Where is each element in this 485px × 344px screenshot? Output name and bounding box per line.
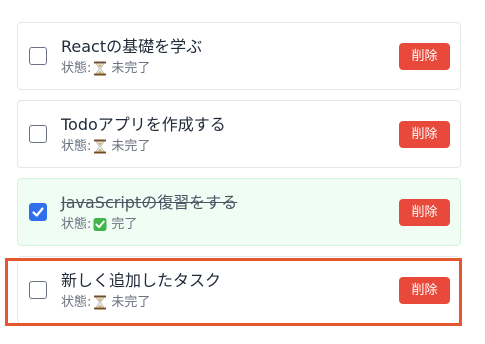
todo-list: Reactの基礎を学ぶ 状態: 未完了 削除 Todoアプリを作成する 状態: …	[0, 0, 485, 344]
todo-checkbox[interactable]	[29, 281, 47, 299]
delete-button[interactable]: 削除	[399, 277, 450, 304]
todo-item: Reactの基礎を学ぶ 状態: 未完了 削除	[17, 22, 461, 90]
todo-checkbox[interactable]	[29, 203, 47, 221]
todo-item: 新しく追加したタスク 状態: 未完了 削除	[17, 256, 461, 324]
todo-checkbox[interactable]	[29, 47, 47, 65]
delete-button[interactable]: 削除	[399, 121, 450, 148]
todo-title: 新しく追加したタスク	[61, 271, 222, 290]
hourglass-icon	[93, 61, 107, 76]
todo-status: 状態: 未完了	[61, 138, 150, 155]
status-text: 未完了	[111, 139, 151, 154]
green-check-icon	[93, 217, 107, 232]
status-prefix: 状態:	[61, 295, 92, 310]
todo-item: JavaScriptの復習をする 状態: 完了 削除	[17, 178, 461, 246]
delete-button[interactable]: 削除	[399, 199, 450, 226]
status-prefix: 状態:	[61, 61, 92, 76]
todo-title: Reactの基礎を学ぶ	[61, 37, 203, 56]
todo-item: Todoアプリを作成する 状態: 未完了 削除	[17, 100, 461, 168]
status-text: 未完了	[111, 61, 151, 76]
checkmark-icon	[32, 207, 44, 217]
status-text: 完了	[111, 217, 138, 232]
hourglass-icon	[93, 295, 107, 310]
status-prefix: 状態:	[61, 217, 92, 232]
todo-status: 状態: 完了	[61, 216, 137, 233]
status-text: 未完了	[111, 295, 151, 310]
todo-checkbox[interactable]	[29, 125, 47, 143]
delete-button[interactable]: 削除	[399, 43, 450, 70]
todo-title: Todoアプリを作成する	[61, 115, 226, 134]
status-prefix: 状態:	[61, 139, 92, 154]
todo-status: 状態: 未完了	[61, 294, 150, 311]
todo-title: JavaScriptの復習をする	[61, 193, 238, 212]
todo-status: 状態: 未完了	[61, 60, 150, 77]
hourglass-icon	[93, 139, 107, 154]
